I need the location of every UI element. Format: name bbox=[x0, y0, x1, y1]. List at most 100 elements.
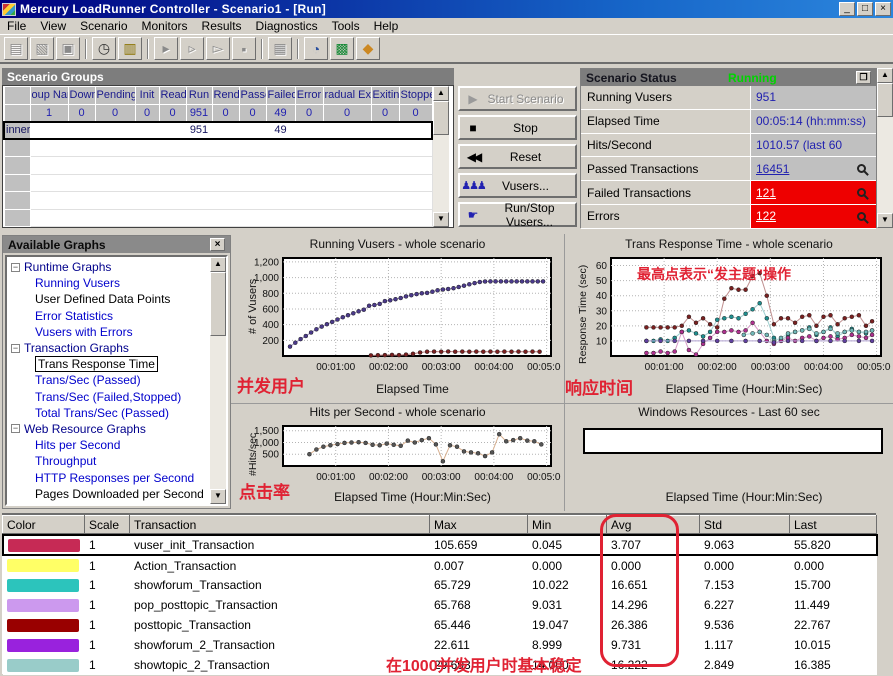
scroll-up-icon[interactable]: ▲ bbox=[877, 68, 893, 83]
close-button[interactable]: × bbox=[875, 2, 891, 16]
run-view-icon[interactable]: ◔ bbox=[304, 37, 328, 60]
save-scenario-icon[interactable]: ▣ bbox=[56, 37, 80, 60]
col-scale[interactable]: Scale bbox=[85, 516, 130, 534]
magnifier-icon[interactable] bbox=[857, 164, 866, 173]
gradual-stop-vusers-icon[interactable]: ▻ bbox=[206, 37, 230, 60]
svg-text:00:01:00: 00:01:00 bbox=[645, 362, 684, 373]
tree-item-trans-response-time[interactable]: Trans Response Time bbox=[11, 356, 210, 372]
menu-view[interactable]: View bbox=[33, 18, 73, 34]
tree-item-trans-sec-passed-[interactable]: Trans/Sec (Passed) bbox=[11, 372, 210, 388]
stop-vusers-icon[interactable]: ▪ bbox=[232, 37, 256, 60]
collapse-icon[interactable]: − bbox=[11, 344, 20, 353]
svg-text:00:05:00: 00:05:00 bbox=[527, 362, 561, 373]
scrollbar-track[interactable] bbox=[877, 117, 893, 213]
transaction-cell: posttopic_Transaction bbox=[130, 615, 430, 635]
tree-item-throughput[interactable]: Throughput bbox=[11, 453, 210, 469]
group-name-cell[interactable]: inner_ne bbox=[4, 122, 30, 140]
scroll-up-icon[interactable]: ▲ bbox=[210, 257, 226, 272]
color-swatch bbox=[7, 559, 79, 572]
tree-item-error-statistics[interactable]: Error Statistics bbox=[11, 308, 210, 324]
scenario-groups-title: Scenario Groups bbox=[2, 68, 454, 85]
maximize-button[interactable]: □ bbox=[857, 2, 873, 16]
magnifier-icon[interactable] bbox=[857, 188, 866, 197]
menu-help[interactable]: Help bbox=[367, 18, 406, 34]
total-passed: 0 bbox=[239, 104, 266, 122]
collapse-icon[interactable]: − bbox=[11, 263, 20, 272]
scroll-down-icon[interactable]: ▼ bbox=[433, 212, 449, 227]
scrollbar-track[interactable] bbox=[210, 336, 226, 489]
tree-item-total-trans-sec-passed-[interactable]: Total Trans/Sec (Passed) bbox=[11, 405, 210, 421]
tree-item-label: HTTP Responses per Second bbox=[35, 471, 194, 485]
col-min[interactable]: Min bbox=[528, 516, 607, 534]
schedule-clock-icon[interactable]: ◷ bbox=[92, 37, 116, 60]
scenario-status-title: Scenario Status bbox=[586, 71, 677, 85]
tree-item-running-vusers[interactable]: Running Vusers bbox=[11, 275, 210, 291]
scrollbar-thumb[interactable] bbox=[433, 101, 449, 135]
tree-item-user-defined-data-points[interactable]: User Defined Data Points bbox=[11, 291, 210, 307]
design-view-icon[interactable]: ▦ bbox=[268, 37, 292, 60]
transaction-row-showforum_Transaction[interactable]: 1showforum_Transaction65.72910.02216.651… bbox=[3, 575, 877, 595]
tree-item-pages-downloaded-per-second[interactable]: Pages Downloaded per Second bbox=[11, 486, 210, 502]
scrollbar-thumb[interactable] bbox=[877, 83, 893, 117]
annotation-avg-circle bbox=[600, 514, 679, 667]
group-failed-cell[interactable]: 49 bbox=[266, 122, 295, 140]
menu-scenario[interactable]: Scenario bbox=[73, 18, 134, 34]
failed-transactions-link[interactable]: 121 bbox=[756, 186, 776, 200]
run-vusers-icon[interactable]: ▹ bbox=[180, 37, 204, 60]
col-group-name: oup Nar bbox=[30, 87, 68, 105]
passed-transactions-link[interactable]: 16451 bbox=[756, 162, 789, 176]
tree-item-http-responses-per-second[interactable]: HTTP Responses per Second bbox=[11, 469, 210, 485]
windows-resources-graph[interactable]: Windows Resources - Last 60 sec Elapsed … bbox=[565, 404, 893, 511]
magnifier-icon[interactable] bbox=[857, 212, 866, 221]
results-icon[interactable]: ◆ bbox=[356, 37, 380, 60]
stop-button[interactable]: ■ Stop bbox=[458, 115, 577, 140]
tree-item-transaction-graphs[interactable]: −Transaction Graphs bbox=[11, 340, 210, 356]
group-run-cell[interactable]: 951 bbox=[186, 122, 212, 140]
vusers-button[interactable]: ♟♟♟ Vusers... bbox=[458, 173, 577, 198]
transaction-row-posttopic_Transaction[interactable]: 1posttopic_Transaction65.44619.04726.386… bbox=[3, 615, 877, 635]
col-color[interactable]: Color bbox=[3, 516, 85, 534]
new-scenario-icon[interactable]: ▤ bbox=[4, 37, 28, 60]
running-vusers-graph[interactable]: Running Vusers - whole scenario # of Vus… bbox=[231, 234, 565, 404]
tree-item-hits-per-second[interactable]: Hits per Second bbox=[11, 437, 210, 453]
scrollbar-track[interactable] bbox=[433, 135, 449, 212]
menu-tools[interactable]: Tools bbox=[325, 18, 367, 34]
run-stop-vusers-icon: ☛ bbox=[460, 208, 486, 222]
errors-link[interactable]: 122 bbox=[756, 209, 776, 223]
scroll-up-icon[interactable]: ▲ bbox=[433, 86, 449, 101]
reset-button[interactable]: ◀◀ Reset bbox=[458, 144, 577, 169]
tree-item-web-resource-graphs[interactable]: −Web Resource Graphs bbox=[11, 421, 210, 437]
x-axis-label: Elapsed Time (Hour:Min:Sec) bbox=[605, 382, 883, 396]
start-scenario-button[interactable]: ▶ Start Scenario bbox=[458, 86, 577, 111]
open-scenario-icon[interactable]: ▧ bbox=[30, 37, 54, 60]
col-max[interactable]: Max bbox=[430, 516, 528, 534]
analysis-icon[interactable]: ▩ bbox=[330, 37, 354, 60]
close-panel-icon[interactable]: × bbox=[210, 238, 225, 251]
scroll-down-icon[interactable]: ▼ bbox=[210, 489, 226, 504]
transaction-row-Action_Transaction[interactable]: 1Action_Transaction0.0070.0000.0000.0000… bbox=[3, 555, 877, 575]
col-transaction[interactable]: Transaction bbox=[130, 516, 430, 534]
scroll-down-icon[interactable]: ▼ bbox=[877, 213, 893, 228]
menu-file[interactable]: File bbox=[0, 18, 33, 34]
tree-item-vusers-with-errors[interactable]: Vusers with Errors bbox=[11, 324, 210, 340]
init-vusers-icon[interactable]: ▸ bbox=[154, 37, 178, 60]
restore-panel-icon[interactable]: ❐ bbox=[856, 71, 871, 84]
group-row-inner-ne[interactable]: inner_ne 951 49 bbox=[4, 122, 432, 140]
load-generators-icon[interactable]: ▥ bbox=[118, 37, 142, 60]
transaction-row-vuser_init_Transaction[interactable]: 1vuser_init_Transaction105.6590.0453.707… bbox=[3, 535, 877, 555]
run-stop-vusers-button[interactable]: ☛ Run/Stop Vusers... bbox=[458, 202, 577, 227]
col-last[interactable]: Last bbox=[790, 516, 877, 534]
hits-per-second-graph[interactable]: Hits per Second - whole scenario #Hits/s… bbox=[231, 404, 565, 511]
menu-results[interactable]: Results bbox=[195, 18, 249, 34]
transaction-row-pop_posttopic_Transaction[interactable]: 1pop_posttopic_Transaction65.7689.03114.… bbox=[3, 595, 877, 615]
col-std[interactable]: Std bbox=[700, 516, 790, 534]
menu-diagnostics[interactable]: Diagnostics bbox=[249, 18, 325, 34]
scenario-state-badge: Running bbox=[728, 71, 777, 85]
tree-item-trans-sec-failed-stopped-[interactable]: Trans/Sec (Failed,Stopped) bbox=[11, 389, 210, 405]
scrollbar-thumb[interactable] bbox=[210, 272, 226, 336]
menu-monitors[interactable]: Monitors bbox=[135, 18, 195, 34]
minimize-button[interactable]: _ bbox=[839, 2, 855, 16]
trans-response-time-graph[interactable]: Trans Response Time - whole scenario Res… bbox=[565, 234, 893, 404]
tree-item-runtime-graphs[interactable]: −Runtime Graphs bbox=[11, 259, 210, 275]
collapse-icon[interactable]: − bbox=[11, 424, 20, 433]
